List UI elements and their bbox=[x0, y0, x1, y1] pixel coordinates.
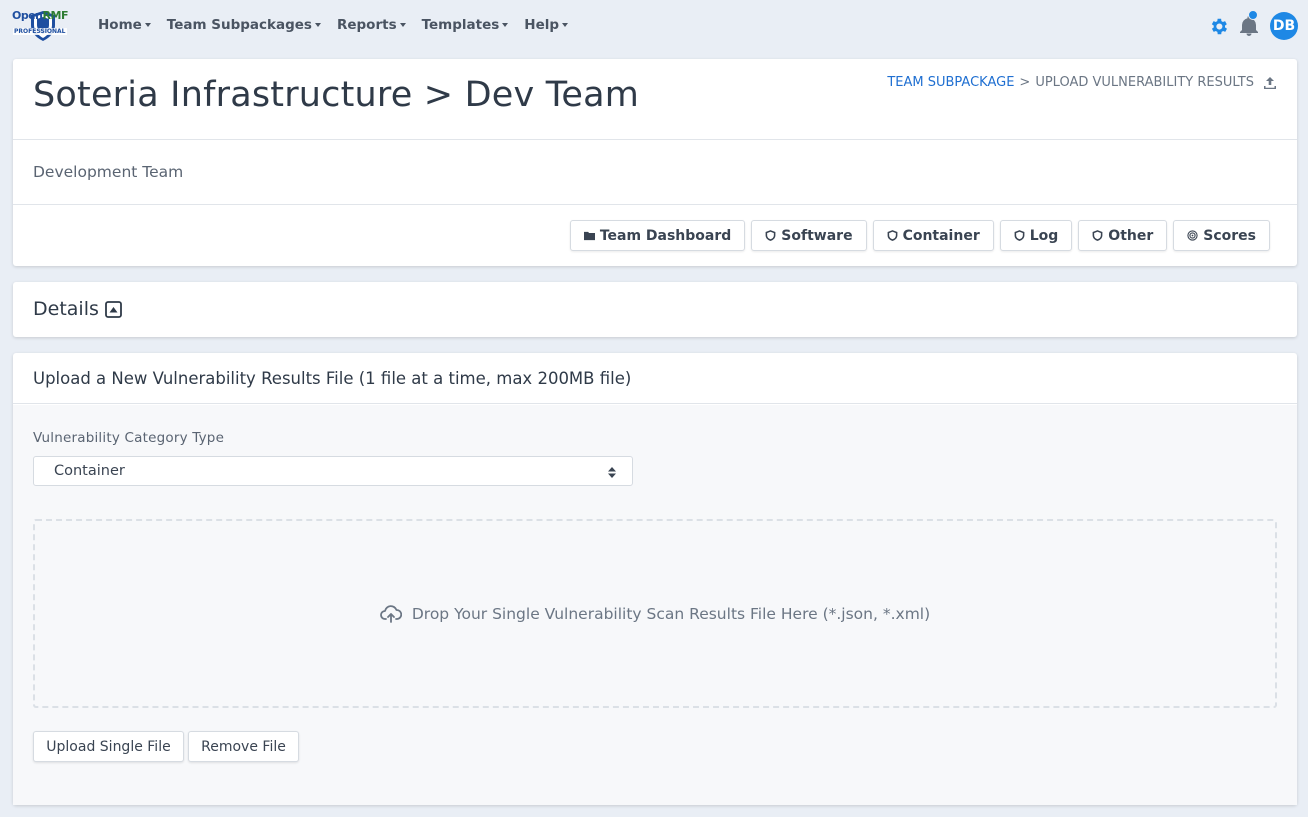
breadcrumb-team-subpackage[interactable]: Team Subpackage bbox=[887, 75, 1014, 90]
breadcrumb-separator: > bbox=[1019, 75, 1031, 90]
shield-icon bbox=[887, 230, 897, 241]
target-icon bbox=[1187, 230, 1198, 241]
main-menu: Home Team Subpackages Reports Templates … bbox=[98, 17, 584, 33]
tab-team-dashboard[interactable]: Team Dashboard bbox=[569, 220, 746, 251]
category-type-select[interactable]: Container bbox=[33, 456, 633, 486]
upload-icon bbox=[1264, 76, 1276, 89]
details-title: Details bbox=[33, 298, 99, 320]
tab-container[interactable]: Container bbox=[872, 220, 994, 251]
tab-other[interactable]: Other bbox=[1078, 220, 1168, 251]
folder-icon bbox=[583, 231, 595, 241]
page-title: Soteria Infrastructure > Dev Team bbox=[33, 75, 640, 115]
shield-icon bbox=[1092, 230, 1103, 241]
shield-icon bbox=[765, 230, 776, 241]
remove-file-button[interactable]: Remove File bbox=[188, 731, 299, 762]
category-type-label: Vulnerability Category Type bbox=[33, 430, 225, 446]
breadcrumb-current: Upload Vulnerability Results bbox=[1035, 75, 1254, 90]
caret-down-icon bbox=[502, 23, 509, 27]
details-card: Details bbox=[13, 282, 1297, 337]
logo-wordmark: OpenRMF bbox=[12, 9, 68, 22]
logo-subtitle: PROFESSIONAL bbox=[13, 28, 67, 35]
shield-icon bbox=[1014, 230, 1025, 241]
nav-templates[interactable]: Templates bbox=[422, 17, 509, 33]
file-dropzone[interactable]: Drop Your Single Vulnerability Scan Resu… bbox=[33, 519, 1277, 708]
nav-home[interactable]: Home bbox=[98, 17, 151, 33]
caret-down-icon bbox=[314, 23, 321, 27]
caret-down-icon bbox=[562, 23, 569, 27]
team-tab-bar: Team Dashboard Software Container Log Ot… bbox=[569, 220, 1270, 251]
nav-help[interactable]: Help bbox=[524, 17, 569, 33]
caret-down-icon bbox=[399, 23, 406, 27]
tab-software[interactable]: Software bbox=[751, 220, 867, 251]
notification-dot bbox=[1248, 10, 1258, 20]
team-description: Development Team bbox=[33, 163, 184, 181]
nav-team-subpackages[interactable]: Team Subpackages bbox=[167, 17, 321, 33]
user-avatar[interactable]: DB bbox=[1270, 12, 1298, 40]
collapse-icon bbox=[104, 300, 122, 318]
category-type-value: Container bbox=[54, 463, 125, 479]
divider bbox=[13, 139, 1297, 140]
top-navbar: OpenRMF PROFESSIONAL Home Team Subpackag… bbox=[0, 0, 1308, 52]
tab-log[interactable]: Log bbox=[999, 220, 1073, 251]
cloud-upload-icon bbox=[379, 604, 402, 623]
team-header-card: Soteria Infrastructure > Dev Team Team S… bbox=[13, 59, 1297, 266]
nav-reports[interactable]: Reports bbox=[337, 17, 406, 33]
breadcrumb: Team Subpackage > Upload Vulnerability R… bbox=[887, 75, 1277, 90]
upload-card: Upload a New Vulnerability Results File … bbox=[13, 353, 1297, 805]
dropzone-text: Drop Your Single Vulnerability Scan Resu… bbox=[411, 604, 931, 623]
gear-icon[interactable] bbox=[1208, 16, 1229, 37]
tab-scores[interactable]: Scores bbox=[1173, 220, 1270, 251]
openrmf-logo[interactable]: OpenRMF PROFESSIONAL bbox=[12, 6, 68, 46]
upload-single-file-button[interactable]: Upload Single File bbox=[33, 731, 184, 762]
details-toggle[interactable]: Details bbox=[33, 298, 122, 320]
sort-arrows-icon bbox=[608, 467, 616, 478]
divider bbox=[13, 204, 1297, 205]
upload-card-title: Upload a New Vulnerability Results File … bbox=[33, 369, 632, 388]
caret-down-icon bbox=[144, 23, 151, 27]
